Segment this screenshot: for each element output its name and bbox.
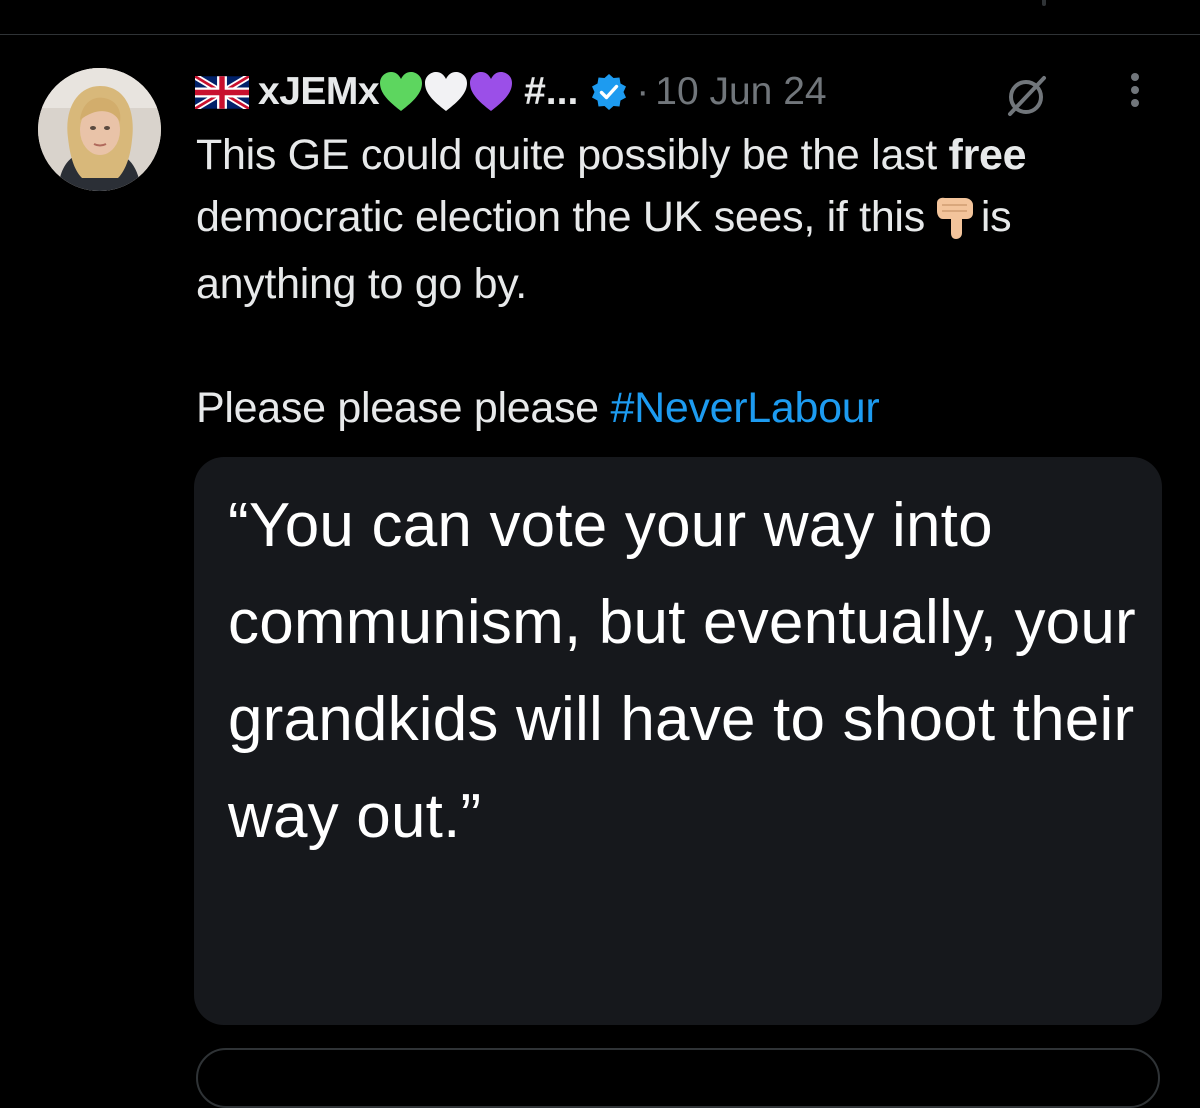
post-text-segment: This GE could quite possibly be the last (196, 131, 949, 179)
avatar[interactable] (38, 68, 161, 191)
author-name-truncated[interactable]: #... (524, 70, 578, 114)
post-text-line: Please please please #NeverLabour (196, 377, 1156, 439)
quote-text: “You can vote your way into communism, b… (228, 491, 1136, 851)
top-divider (0, 34, 1200, 35)
backhand-index-pointing-down-icon (936, 197, 973, 239)
previous-post-edge (1042, 0, 1046, 6)
post-text-line: This GE could quite possibly be the last… (196, 124, 1156, 186)
post-text-line: anything to go by. (196, 260, 527, 308)
post-text-line: democratic election the UK sees, if this… (196, 186, 1156, 248)
post-text-segment: is (980, 193, 1012, 241)
more-options-icon[interactable] (1122, 68, 1148, 120)
post-timestamp[interactable]: 10 Jun 24 (655, 70, 826, 114)
author-display-name[interactable]: xJEMx (258, 70, 380, 114)
uk-flag-icon (195, 75, 249, 109)
grok-icon[interactable] (1002, 72, 1052, 118)
post-header: xJEMx #... · 10 Jun 24 (195, 64, 827, 120)
header-separator: · (636, 70, 650, 113)
verified-badge-icon[interactable] (590, 73, 628, 111)
next-card-edge (196, 1048, 1160, 1108)
post-text: This GE could quite possibly be the last… (196, 124, 1156, 439)
post-text-segment: democratic election the UK sees, if this (196, 193, 925, 241)
post-text-bold: free (948, 131, 1027, 179)
white-heart-icon (425, 72, 468, 111)
post-text-segment: Please please please (196, 384, 611, 432)
avatar-image (38, 68, 161, 191)
green-heart-icon (380, 72, 423, 111)
purple-heart-icon (470, 72, 513, 111)
hashtag-link[interactable]: #NeverLabour (610, 384, 879, 432)
media-image[interactable]: “You can vote your way into communism, b… (194, 457, 1162, 1025)
